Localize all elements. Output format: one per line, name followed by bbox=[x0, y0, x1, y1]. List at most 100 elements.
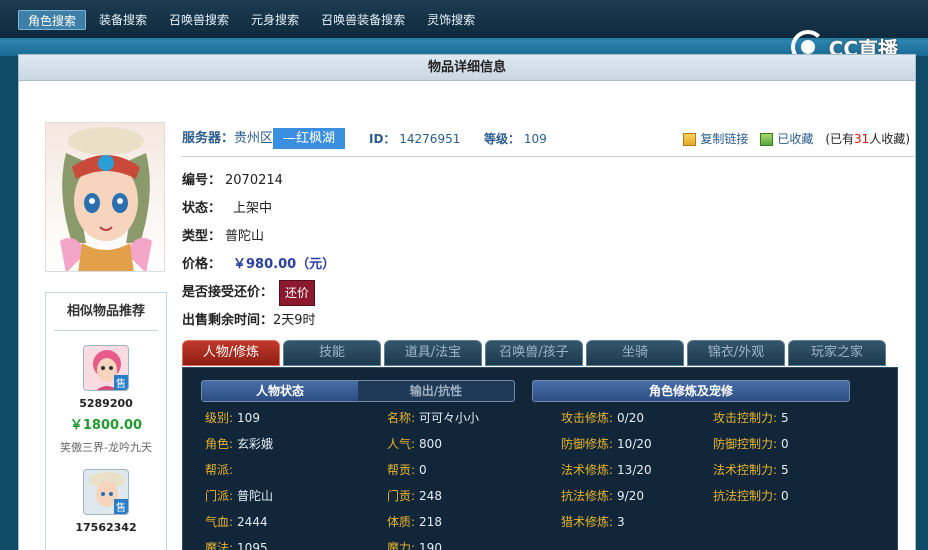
server-label: 服务器： bbox=[182, 131, 235, 146]
attr-value: 2444 bbox=[237, 515, 268, 529]
role-level: 等级： 109 bbox=[484, 127, 547, 151]
number-value: 2070214 bbox=[225, 173, 283, 188]
cultivation-section-title: 角色修炼及宠修 bbox=[532, 380, 850, 402]
tab-character-cultivation[interactable]: 人物/修炼 bbox=[182, 340, 280, 366]
control-defense: 防御控制力: 0 bbox=[713, 434, 789, 454]
item-actions: 复制链接 已收藏 (已有31人收藏) bbox=[683, 127, 910, 151]
attr-key: 帮贡: bbox=[387, 463, 416, 477]
attr-value: 800 bbox=[419, 437, 442, 451]
remaining-time-label: 出售剩余时间： bbox=[182, 313, 274, 328]
status-value: 上架中 bbox=[233, 201, 273, 216]
fav-count-prefix: (已有 bbox=[825, 132, 855, 146]
subtab-character-status[interactable]: 人物状态 bbox=[202, 381, 358, 401]
attr-key: 抗法修炼: bbox=[561, 489, 614, 503]
character-portrait-icon bbox=[60, 127, 152, 271]
attr-hp: 气血: 2444 bbox=[205, 512, 268, 532]
tab-mounts[interactable]: 坐骑 bbox=[586, 340, 684, 366]
attr-constitution: 体质: 218 bbox=[387, 512, 442, 532]
attr-school: 门派: 普陀山 bbox=[205, 486, 273, 506]
similar-item-server: 笑傲三界-龙吟九天 bbox=[60, 441, 152, 454]
server-info: 服务器：贵州区 —红枫湖 bbox=[182, 127, 346, 151]
tab-outfits[interactable]: 锦衣/外观 bbox=[687, 340, 785, 366]
attr-value: 10/20 bbox=[617, 437, 652, 451]
id-label: ID： bbox=[369, 132, 396, 146]
number-label: 编号： bbox=[182, 173, 222, 188]
similar-item-price: ￥1800.00 bbox=[69, 418, 143, 433]
favorited-button[interactable]: 已收藏 bbox=[760, 127, 813, 151]
attr-key: 魔力: bbox=[387, 541, 416, 550]
type-label: 类型： bbox=[182, 229, 222, 244]
bargain-label: 是否接受还价： bbox=[182, 285, 274, 300]
control-attack: 攻击控制力: 5 bbox=[713, 408, 789, 428]
server-region: 贵州区 bbox=[234, 131, 274, 146]
list-item[interactable]: 售 17562342 bbox=[46, 469, 166, 534]
copy-link-button[interactable]: 复制链接 bbox=[683, 127, 748, 151]
attr-value: 普陀山 bbox=[237, 489, 274, 503]
attr-key: 角色: bbox=[205, 437, 234, 451]
attr-value: 248 bbox=[419, 489, 442, 503]
tab-player-home[interactable]: 玩家之家 bbox=[788, 340, 886, 366]
attr-value: 5 bbox=[781, 463, 789, 477]
sale-badge: 售 bbox=[114, 375, 128, 390]
attr-value: 218 bbox=[419, 515, 442, 529]
item-detail-panel: 物品详细信息 相似物品推荐 售 5289200 ￥1800.00 笑傲三界-龙吟… bbox=[18, 54, 916, 550]
attr-key: 攻击修炼: bbox=[561, 411, 614, 425]
tab-items-treasures[interactable]: 道具/法宝 bbox=[384, 340, 482, 366]
attr-key: 防御修炼: bbox=[561, 437, 614, 451]
bargain-button[interactable]: 还价 bbox=[279, 280, 316, 306]
attr-key: 门派: bbox=[205, 489, 234, 503]
attr-guild: 帮派: bbox=[205, 460, 237, 480]
nav-yuanshen-search[interactable]: 元身搜索 bbox=[242, 10, 308, 30]
attr-value: 190 bbox=[419, 541, 442, 550]
attr-key: 防御控制力: bbox=[713, 437, 778, 451]
attr-value: 109 bbox=[237, 411, 260, 425]
tab-summons-children[interactable]: 召唤兽/孩子 bbox=[485, 340, 583, 366]
tab-skills[interactable]: 技能 bbox=[283, 340, 381, 366]
favorite-icon bbox=[760, 132, 774, 146]
price-value: ￥980.00（元） bbox=[233, 257, 336, 272]
attr-key: 猎术修炼: bbox=[561, 515, 614, 529]
server-name: —红枫湖 bbox=[273, 128, 346, 149]
attr-value: 可可々小小 bbox=[419, 411, 480, 425]
attr-magic-power: 魔力: 190 bbox=[387, 538, 442, 550]
item-summary-bar: 服务器：贵州区 —红枫湖 ID： 14276951 等级： 109 复制链接 已收… bbox=[182, 125, 914, 157]
level-label: 等级： bbox=[484, 132, 521, 146]
control-resist-magic: 抗法控制力: 0 bbox=[713, 486, 789, 506]
nav-summon-equipment-search[interactable]: 召唤兽装备搜索 bbox=[312, 10, 414, 30]
attr-value: 0 bbox=[781, 437, 789, 451]
nav-equipment-search[interactable]: 装备搜索 bbox=[90, 10, 156, 30]
cult-defense: 防御修炼: 10/20 bbox=[561, 434, 652, 454]
similar-item-id: 5289200 bbox=[79, 397, 133, 410]
similar-item-id: 17562342 bbox=[75, 521, 137, 534]
role-id: ID： 14276951 bbox=[369, 127, 460, 151]
sale-badge: 售 bbox=[114, 499, 128, 514]
attr-value: 1095 bbox=[237, 541, 268, 550]
nav-summon-search[interactable]: 召唤兽搜索 bbox=[160, 10, 238, 30]
attr-value: 13/20 bbox=[617, 463, 652, 477]
cult-magic: 法术修炼: 13/20 bbox=[561, 460, 652, 480]
item-details: 编号： 2070214 状态： 上架中 类型： 普陀山 价格： ￥980.00（… bbox=[182, 167, 335, 335]
subtab-output-resistance[interactable]: 输出/抗性 bbox=[358, 381, 514, 401]
detail-tabs: 人物/修炼 技能 道具/法宝 召唤兽/孩子 坐骑 锦衣/外观 玩家之家 bbox=[182, 340, 886, 366]
detail-number: 编号： 2070214 bbox=[182, 167, 335, 195]
attr-value: 玄彩娥 bbox=[237, 437, 274, 451]
similar-item-thumbnail[interactable]: 售 bbox=[83, 469, 129, 515]
cult-resist-magic: 抗法修炼: 9/20 bbox=[561, 486, 644, 506]
nav-ornament-search[interactable]: 灵饰搜索 bbox=[418, 10, 484, 30]
similar-items-title: 相似物品推荐 bbox=[54, 293, 158, 331]
attr-role: 角色: 玄彩娥 bbox=[205, 434, 273, 454]
fav-count-number: 31 bbox=[854, 132, 870, 146]
attr-value: 5 bbox=[781, 411, 789, 425]
level-value: 109 bbox=[523, 132, 547, 146]
attr-level: 级别: 109 bbox=[205, 408, 260, 428]
nav-role-search[interactable]: 角色搜索 bbox=[18, 10, 87, 30]
list-item[interactable]: 售 5289200 ￥1800.00 笑傲三界-龙吟九天 bbox=[46, 345, 166, 455]
similar-items-box: 相似物品推荐 售 5289200 ￥1800.00 笑傲三界-龙吟九天 售 17… bbox=[45, 292, 167, 550]
attr-value: 0 bbox=[419, 463, 427, 477]
main-nav: 角色搜索 装备搜索 召唤兽搜索 元身搜索 召唤兽装备搜索 灵饰搜索 bbox=[18, 10, 488, 30]
similar-item-thumbnail[interactable]: 售 bbox=[83, 345, 129, 391]
top-bar: 角色搜索 装备搜索 召唤兽搜索 元身搜索 召唤兽装备搜索 灵饰搜索 bbox=[0, 0, 928, 56]
attr-key: 帮派: bbox=[205, 463, 234, 477]
favorite-count: (已有31人收藏) bbox=[825, 127, 910, 151]
id-value: 14276951 bbox=[399, 132, 461, 146]
